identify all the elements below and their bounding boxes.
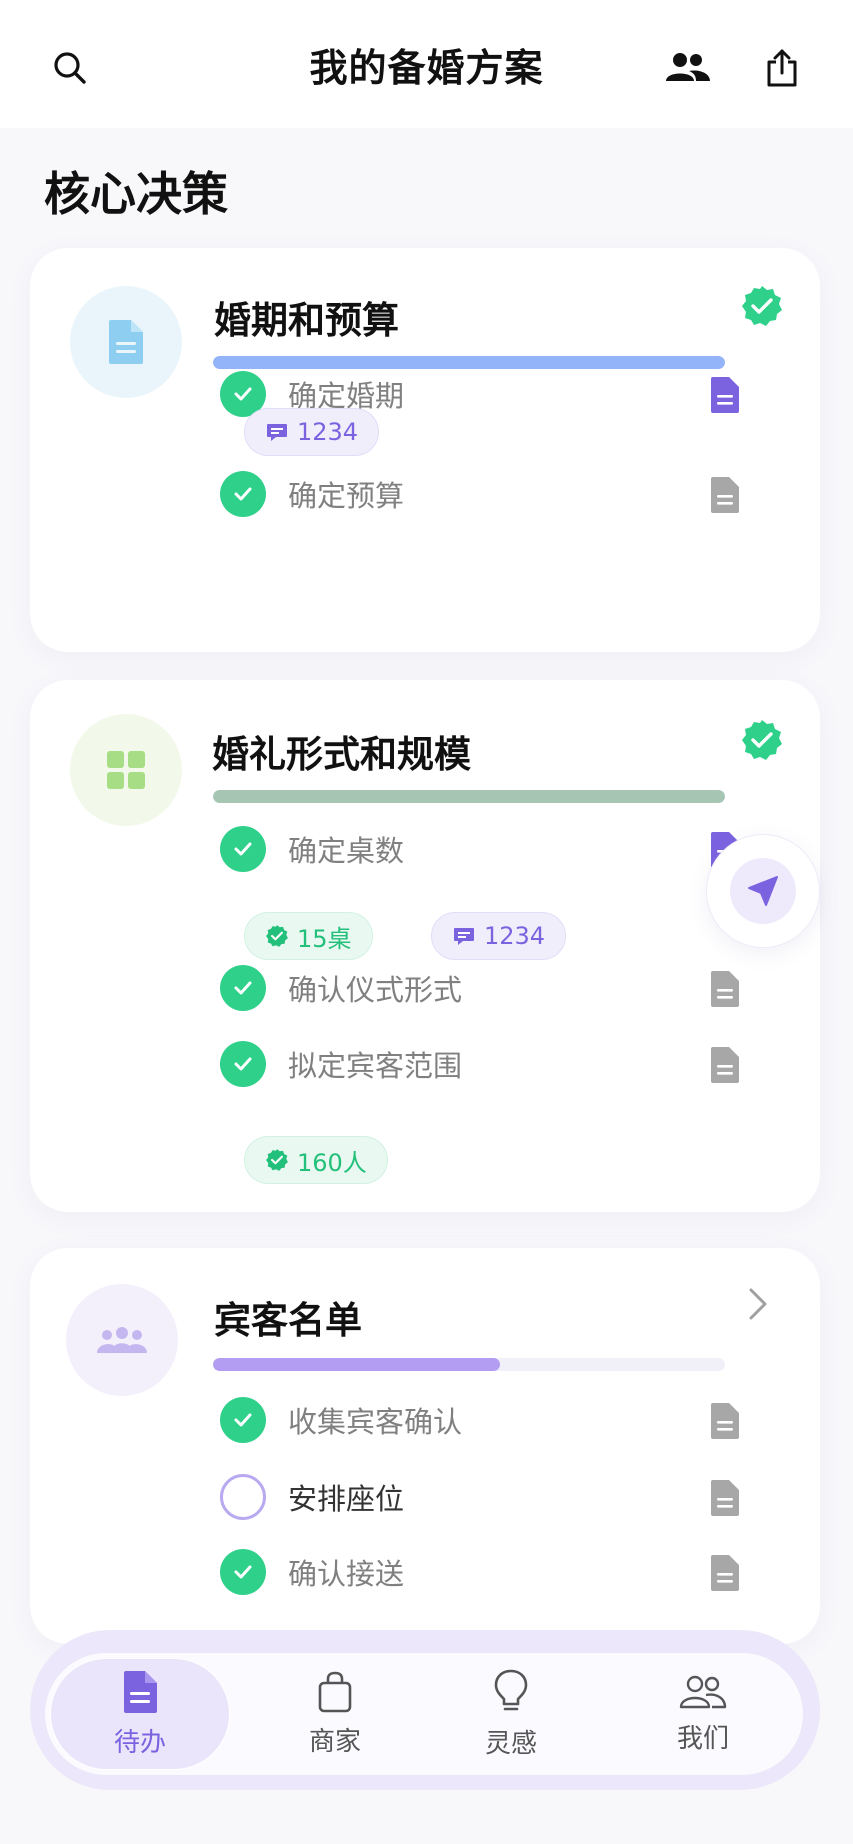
unchecked-circle-icon[interactable] — [220, 1474, 266, 1520]
tab-label: 商家 — [308, 1726, 361, 1757]
task-label: 确定预算 — [288, 479, 405, 513]
todo-document-icon — [124, 1670, 157, 1713]
comment-chip[interactable]: 1234 — [244, 408, 380, 456]
task-item[interactable]: 收集宾客确认 — [220, 1395, 740, 1445]
verified-badge-icon — [740, 284, 784, 328]
document-icon[interactable] — [710, 1402, 740, 1440]
document-icon[interactable] — [710, 1479, 740, 1517]
check-icon[interactable] — [220, 826, 266, 872]
chevron-right-icon[interactable] — [746, 1286, 770, 1322]
tab-todo[interactable]: 待办 — [50, 1658, 230, 1770]
task-label: 确认仪式形式 — [288, 973, 463, 1007]
tab-label: 待办 — [113, 1727, 166, 1758]
top-bar: 我的备婚方案 — [0, 0, 853, 128]
verified-icon — [266, 925, 288, 947]
card-title: 宾客名单 — [214, 1299, 362, 1342]
task-label: 确定桌数 — [288, 834, 405, 868]
verified-chip[interactable]: 15桌 — [244, 912, 373, 960]
task-label: 拟定宾客范围 — [288, 1049, 463, 1083]
check-icon[interactable] — [220, 1041, 266, 1087]
tab-merchants[interactable]: 商家 — [245, 1658, 425, 1770]
document-icon[interactable] — [710, 970, 740, 1008]
card-date-budget[interactable]: 婚期和预算 确定婚期 1234 确定预算 — [30, 248, 820, 652]
task-label: 安排座位 — [288, 1482, 405, 1516]
comment-icon — [454, 928, 474, 945]
card-title: 婚期和预算 — [214, 299, 399, 342]
verified-icon — [266, 1149, 288, 1171]
check-icon[interactable] — [220, 471, 266, 517]
group-icon — [66, 1284, 178, 1396]
comment-count: 1234 — [484, 922, 546, 950]
progress-fill — [213, 790, 725, 803]
progress-bar — [213, 790, 725, 803]
document-icon[interactable] — [710, 1554, 740, 1592]
task-label: 确认接送 — [288, 1557, 405, 1591]
navigation-arrow-icon — [730, 858, 796, 924]
card-title: 婚礼形式和规模 — [212, 733, 471, 776]
page-title: 我的备婚方案 — [309, 45, 544, 90]
check-icon[interactable] — [220, 1397, 266, 1443]
tab-label: 我们 — [676, 1723, 729, 1754]
verified-badge-icon — [740, 718, 784, 762]
tab-inspiration[interactable]: 灵感 — [421, 1658, 601, 1770]
progress-fill — [213, 356, 725, 369]
comment-count: 1234 — [297, 418, 359, 446]
progress-bar — [213, 1358, 725, 1371]
chip-text: 160人 — [297, 1148, 367, 1177]
task-label: 收集宾客确认 — [288, 1405, 463, 1439]
tab-label: 灵感 — [484, 1728, 537, 1759]
comment-icon — [267, 424, 287, 441]
chip-text: 15桌 — [297, 924, 352, 953]
navigate-fab-button[interactable] — [706, 834, 820, 948]
comment-chip[interactable]: 1234 — [431, 912, 567, 960]
task-item[interactable]: 确定预算 — [220, 469, 740, 519]
users-icon[interactable] — [664, 44, 712, 92]
check-icon[interactable] — [220, 1549, 266, 1595]
couple-icon — [679, 1675, 727, 1708]
shopping-bag-icon — [318, 1671, 352, 1712]
search-icon[interactable] — [46, 44, 94, 92]
task-item[interactable]: 安排座位 — [220, 1472, 740, 1522]
task-item[interactable]: 拟定宾客范围 — [220, 1039, 740, 1089]
document-icon — [70, 286, 182, 398]
lightbulb-icon — [494, 1669, 528, 1710]
progress-bar — [213, 356, 725, 369]
verified-chip[interactable]: 160人 — [244, 1136, 388, 1184]
grid-icon — [70, 714, 182, 826]
document-icon[interactable] — [710, 376, 740, 414]
document-icon[interactable] — [710, 1046, 740, 1084]
task-item[interactable]: 确认接送 — [220, 1547, 740, 1597]
check-icon[interactable] — [220, 965, 266, 1011]
progress-fill — [213, 1358, 500, 1371]
card-guest-list[interactable]: 宾客名单 收集宾客确认 安排座位 确认接送 — [30, 1248, 820, 1644]
share-icon[interactable] — [758, 44, 806, 92]
task-item[interactable]: 确认仪式形式 — [220, 963, 740, 1013]
tab-us[interactable]: 我们 — [613, 1658, 793, 1770]
task-item[interactable]: 确定桌数 — [220, 824, 740, 874]
document-icon[interactable] — [710, 476, 740, 514]
section-title: 核心决策 — [44, 167, 228, 221]
card-wedding-format[interactable]: 婚礼形式和规模 确定桌数 15桌 1234 确认仪式形式 拟定宾客范围 160人 — [30, 680, 820, 1212]
